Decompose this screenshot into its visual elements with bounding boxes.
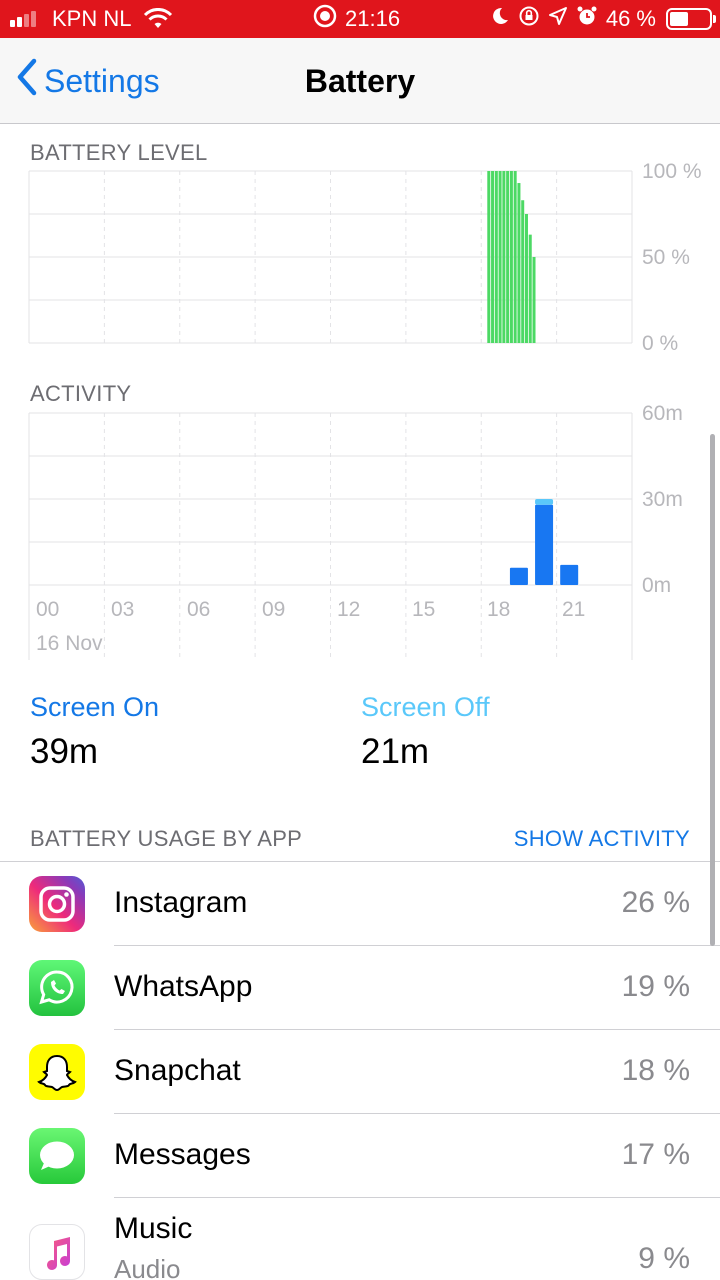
app-row-whatsapp[interactable]: WhatsApp 19 % <box>0 946 720 1030</box>
activity-label: ACTIVITY <box>30 381 132 406</box>
snapchat-icon <box>29 1044 85 1100</box>
battery-y-tick: 50 % <box>642 246 690 269</box>
battery-y-tick: 0 % <box>642 332 679 355</box>
do-not-disturb-icon <box>490 6 510 32</box>
app-name: Snapchat <box>114 1054 241 1087</box>
whatsapp-icon <box>29 960 85 1016</box>
app-row-snapchat[interactable]: Snapchat 18 % <box>0 1030 720 1114</box>
activity-x-tick: 21 <box>562 598 586 621</box>
rotation-lock-icon <box>518 5 540 33</box>
app-row-instagram[interactable]: Instagram 26 % <box>0 862 720 946</box>
battery-level-bar <box>487 171 491 343</box>
battery-usage-header: BATTERY USAGE BY APP SHOW ACTIVITY <box>0 824 720 862</box>
activity-x-tick: 03 <box>111 598 135 621</box>
activity-y-tick: 30m <box>642 488 683 511</box>
activity-x-tick: 09 <box>262 598 286 621</box>
battery-y-tick: 100 % <box>642 160 702 183</box>
activity-screen-on-bar <box>509 567 528 585</box>
battery-level-bar <box>502 171 506 343</box>
activity-screen-on-bar <box>560 564 579 585</box>
battery-level-bar <box>506 171 510 343</box>
battery-content: BATTERY LEVEL 100 % 50 % 0 % ACTIVITY 60… <box>0 124 720 1280</box>
battery-level-bar <box>524 214 528 343</box>
wifi-icon <box>143 0 173 38</box>
battery-level-bar <box>521 200 525 343</box>
app-usage-percent: 18 % <box>621 1054 690 1087</box>
activity-screen-off-bar <box>535 499 554 505</box>
cellular-signal-icon <box>10 0 36 38</box>
app-name: Instagram <box>114 886 248 919</box>
app-name: WhatsApp <box>114 970 253 1003</box>
battery-level-bar <box>528 234 532 343</box>
screen-on-value: 39m <box>30 732 99 771</box>
battery-level-bar <box>532 257 536 343</box>
activity-screen-on-bar <box>535 504 554 585</box>
battery-level-bar <box>513 171 517 343</box>
screen-recording-icon <box>313 4 337 34</box>
activity-y-tick: 0m <box>642 574 672 597</box>
activity-x-tick: 12 <box>337 598 361 621</box>
battery-level-bar <box>517 183 521 343</box>
alarm-icon <box>576 5 598 33</box>
app-name: Messages <box>114 1138 251 1171</box>
status-bar: KPN NL 21:16 46 % <box>0 0 720 38</box>
carrier-name: KPN NL <box>52 6 132 31</box>
scrollbar[interactable] <box>710 434 715 946</box>
app-usage-percent: 26 % <box>621 886 690 919</box>
battery-percent: 46 % <box>605 6 656 31</box>
activity-date-label: 16 Nov <box>36 632 103 655</box>
screen-off-value: 21m <box>361 732 430 771</box>
battery-level-bar <box>494 171 498 343</box>
app-name: Music <box>114 1212 193 1245</box>
activity-y-tick: 60m <box>642 402 683 425</box>
battery-level-bar <box>509 171 513 343</box>
activity-x-tick: 18 <box>487 598 511 621</box>
page-title: Battery <box>304 62 416 99</box>
location-icon <box>548 6 568 32</box>
music-icon <box>29 1224 85 1280</box>
app-row-music[interactable]: Music Audio 9 % <box>0 1198 720 1280</box>
screen-off-label: Screen Off <box>361 692 490 722</box>
screen-on-label: Screen On <box>30 692 160 722</box>
show-activity-button[interactable]: SHOW ACTIVITY <box>514 826 690 852</box>
app-usage-percent: 17 % <box>621 1138 690 1171</box>
battery-icon <box>666 8 716 30</box>
activity-x-tick: 15 <box>412 598 436 621</box>
battery-usage-label: BATTERY USAGE BY APP <box>30 826 303 851</box>
messages-icon <box>29 1128 85 1184</box>
app-usage-percent: 19 % <box>621 970 690 1003</box>
instagram-icon <box>29 876 85 932</box>
app-row-messages[interactable]: Messages 17 % <box>0 1114 720 1198</box>
navigation-bar: Settings Battery <box>0 38 720 124</box>
battery-level-bar <box>491 171 495 343</box>
activity-x-tick: 06 <box>187 598 211 621</box>
battery-level-bar <box>498 171 502 343</box>
status-time: 21:16 <box>345 6 401 31</box>
app-subtitle: Audio <box>114 1254 181 1280</box>
activity-x-tick: 00 <box>36 598 60 621</box>
app-usage-percent: 9 % <box>638 1242 690 1275</box>
